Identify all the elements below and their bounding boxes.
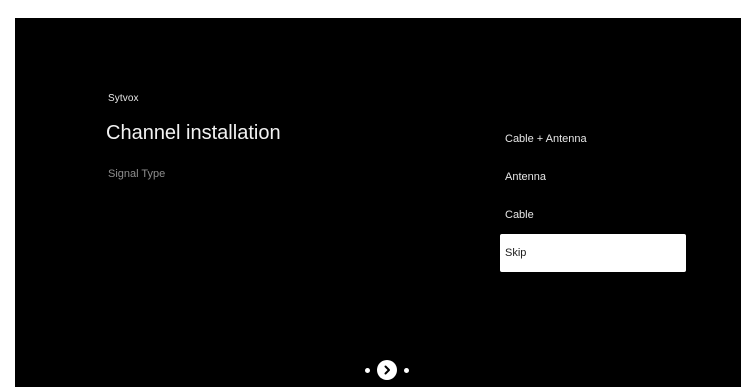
tv-screen: Sytvox Channel installation Signal Type … [15,18,741,387]
option-cable-antenna[interactable]: Cable + Antenna [500,120,686,158]
signal-type-options: Cable + Antenna Antenna Cable Skip [500,120,686,272]
chevron-right-icon [384,365,390,375]
option-cable[interactable]: Cable [500,196,686,234]
page-subtitle: Signal Type [108,168,166,180]
option-skip[interactable]: Skip [500,234,686,272]
wizard-navigation [365,360,409,380]
progress-dot-next [404,367,409,373]
option-antenna[interactable]: Antenna [500,158,686,196]
next-button[interactable] [377,360,397,380]
page-title: Channel installation [106,122,281,144]
progress-dot-previous [365,367,370,373]
brand-label: Sytvox [108,93,139,104]
